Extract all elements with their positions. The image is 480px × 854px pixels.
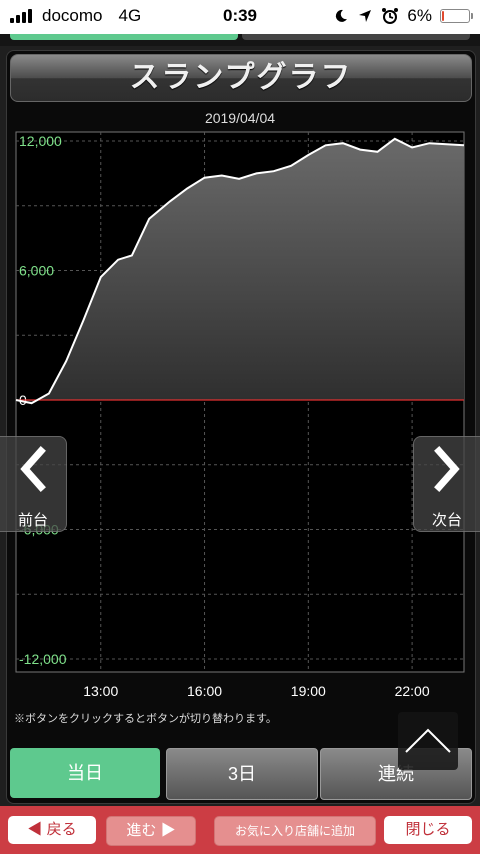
tab-3days[interactable]: 3日 <box>166 748 318 800</box>
chevron-left-icon <box>20 446 46 492</box>
chevron-up-icon <box>405 728 451 753</box>
prev-machine-button[interactable]: 前台 <box>0 436 67 532</box>
next-machine-button[interactable]: 次台 <box>413 436 480 532</box>
bottom-toolbar: ◀ 戻る 進む ▶ お気に入り店舗に追加 閉じる <box>0 806 480 854</box>
y-tick-label: 6,000 <box>19 263 54 279</box>
next-machine-label: 次台 <box>431 512 462 529</box>
prev-machine-label: 前台 <box>17 512 48 529</box>
y-tick-label: 12,000 <box>19 133 62 149</box>
back-button[interactable]: ◀ 戻る <box>8 816 96 844</box>
instruction-note: ※ボタンをクリックするとボタンが切り替わります。 <box>14 713 277 725</box>
forward-button[interactable]: 進む ▶ <box>106 816 196 846</box>
y-tick-label: -12,000 <box>19 651 67 667</box>
x-tick-label: 22:00 <box>395 683 430 699</box>
x-tick-label: 13:00 <box>83 683 118 699</box>
close-button[interactable]: 閉じる <box>384 816 472 844</box>
tab-today[interactable]: 当日 <box>10 748 160 798</box>
x-tick-label: 16:00 <box>187 683 222 699</box>
scroll-to-top-button[interactable] <box>398 712 458 770</box>
add-favorite-store-button[interactable]: お気に入り店舗に追加 <box>214 816 376 846</box>
chevron-right-icon <box>434 446 460 492</box>
x-tick-label: 19:00 <box>291 683 326 699</box>
